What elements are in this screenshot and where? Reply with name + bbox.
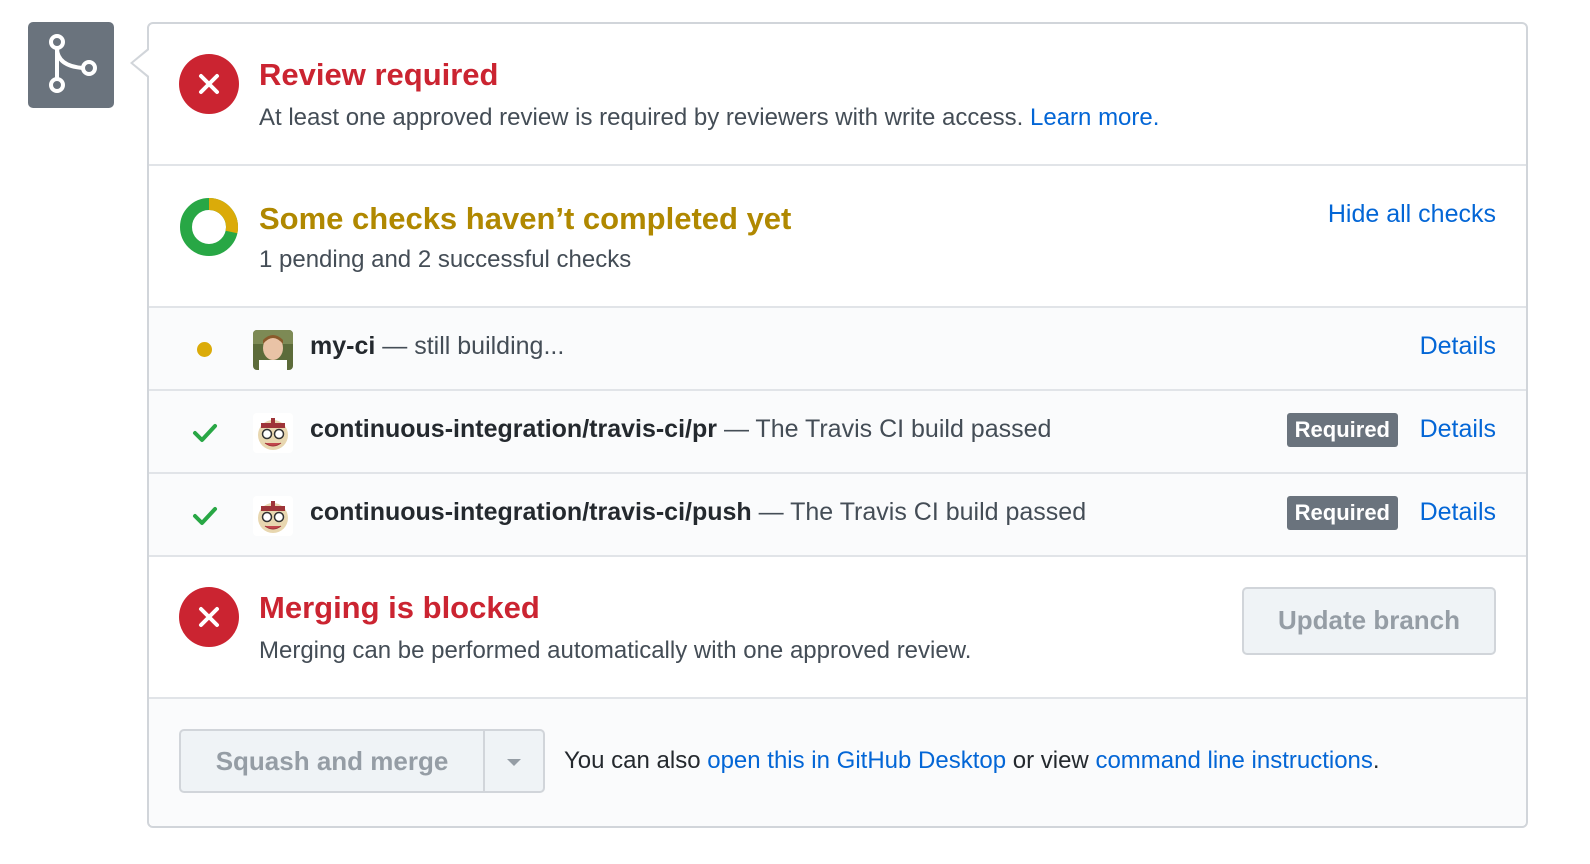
update-branch-button[interactable]: Update branch <box>1242 587 1496 655</box>
merging-blocked-description: Merging can be performed automatically w… <box>259 637 972 664</box>
details-link[interactable]: Details <box>1420 332 1496 361</box>
note-middle: or view <box>1012 747 1089 774</box>
merge-method-dropdown-button[interactable] <box>485 731 543 791</box>
check-row: continuous-integration/travis-ci/pr — Th… <box>149 391 1526 474</box>
check-mark-icon <box>191 419 219 452</box>
check-label: my-ci — still building... <box>310 332 564 361</box>
review-required-description: At least one approved review is required… <box>259 104 1159 132</box>
merge-actions-section: Squash and merge You can also open this … <box>149 699 1526 826</box>
travis-ci-avatar <box>253 496 293 536</box>
git-merge-icon <box>28 22 114 108</box>
error-x-icon <box>179 587 239 647</box>
check-row: continuous-integration/travis-ci/push — … <box>149 474 1526 557</box>
required-badge: Required <box>1286 496 1398 530</box>
squash-and-merge-button[interactable]: Squash and merge <box>181 731 483 791</box>
check-row: my-ci — still building... Details <box>149 308 1526 391</box>
review-required-title: Review required <box>259 57 499 92</box>
squash-and-merge-button-group: Squash and merge <box>179 729 545 793</box>
check-name: my-ci <box>310 332 376 360</box>
merge-alternatives-note: You can also open this in GitHub Desktop… <box>564 747 1380 775</box>
merging-blocked-section: Merging is blocked Merging can be perfor… <box>149 557 1526 699</box>
check-description: — still building... <box>382 332 565 360</box>
checks-summary-section: Some checks haven’t completed yet 1 pend… <box>149 166 1526 308</box>
note-suffix: . <box>1372 747 1380 774</box>
check-description: — The Travis CI build passed <box>758 498 1087 526</box>
review-required-section: Review required At least one approved re… <box>149 24 1526 166</box>
details-link[interactable]: Details <box>1420 498 1496 527</box>
github-desktop-link[interactable]: open this in GitHub Desktop <box>707 747 1006 774</box>
note-prefix: You can also <box>564 747 701 774</box>
checks-summary-subtitle: 1 pending and 2 successful checks <box>259 246 632 273</box>
hide-all-checks-link[interactable]: Hide all checks <box>1328 200 1496 229</box>
required-badge: Required <box>1286 413 1398 447</box>
details-link[interactable]: Details <box>1420 415 1496 444</box>
avatar <box>253 330 293 370</box>
learn-more-link[interactable]: Learn more. <box>1030 104 1159 131</box>
pending-dot-icon <box>197 342 212 357</box>
check-name: continuous-integration/travis-ci/push <box>310 498 752 526</box>
merge-status-box: Review required At least one approved re… <box>147 22 1528 828</box>
error-x-icon <box>179 54 239 114</box>
checks-summary-title: Some checks haven’t completed yet <box>259 201 792 236</box>
box-pointer-inner <box>133 50 149 76</box>
travis-ci-avatar <box>253 413 293 453</box>
check-description: — The Travis CI build passed <box>723 415 1052 443</box>
check-label: continuous-integration/travis-ci/push — … <box>310 498 1086 527</box>
check-mark-icon <box>191 502 219 535</box>
chevron-down-icon <box>507 759 521 766</box>
checks-progress-ring-icon <box>179 197 239 262</box>
check-name: continuous-integration/travis-ci/pr <box>310 415 717 443</box>
review-description-text: At least one approved review is required… <box>259 104 1024 131</box>
merging-blocked-title: Merging is blocked <box>259 590 540 625</box>
command-line-instructions-link[interactable]: command line instructions <box>1095 747 1372 774</box>
check-label: continuous-integration/travis-ci/pr — Th… <box>310 415 1051 444</box>
